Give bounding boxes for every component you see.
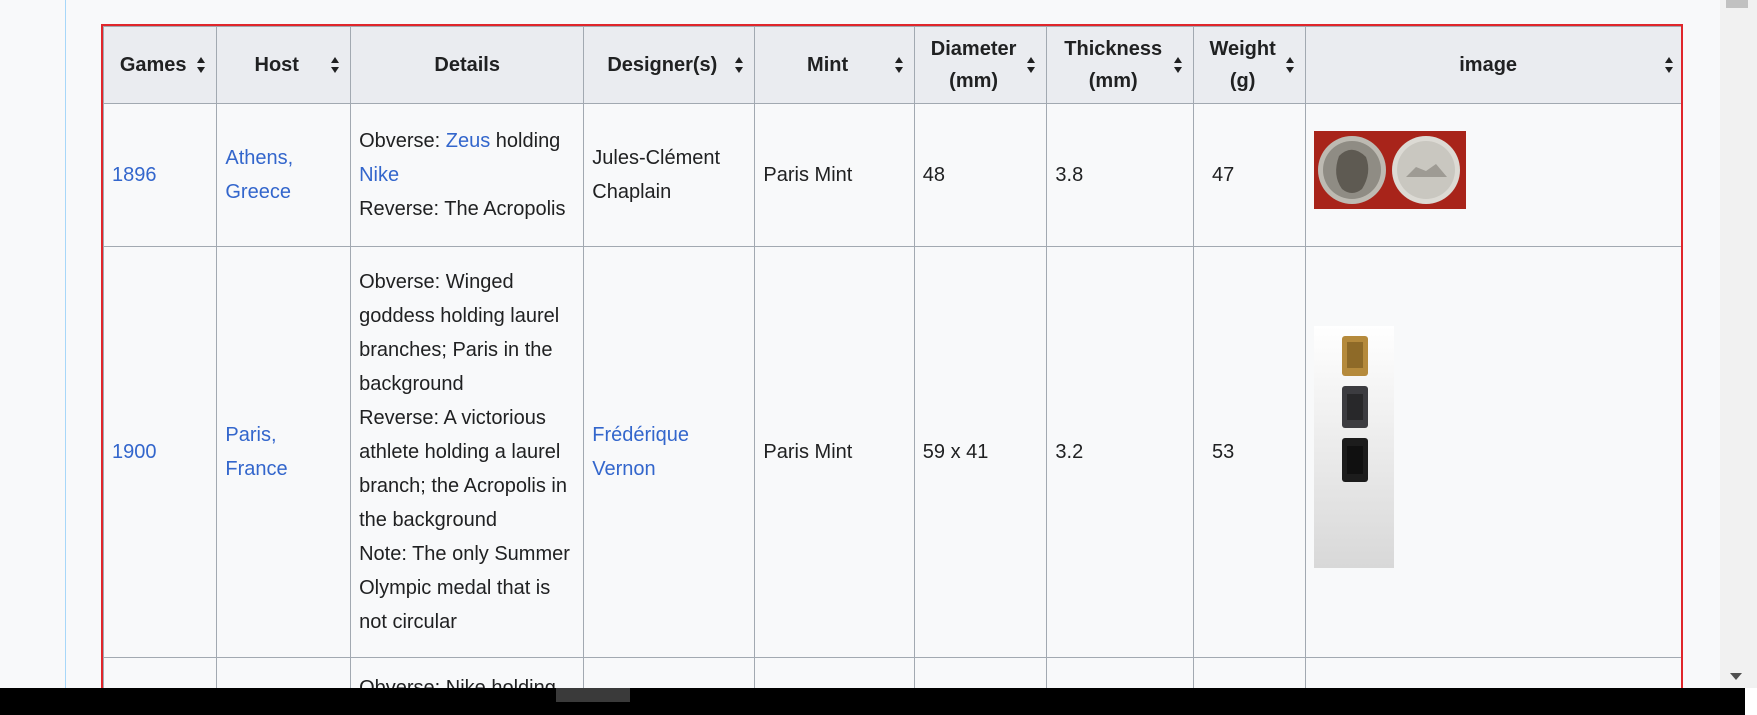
zeus-link[interactable]: Zeus — [446, 130, 490, 152]
header-label: Details — [434, 54, 500, 76]
header-label: Diameter (mm) — [930, 38, 1017, 92]
host-city: Paris, — [225, 424, 277, 446]
diameter-value: 59 x 41 — [922, 441, 989, 463]
cell-thickness: 3.8 — [1046, 103, 1194, 247]
column-header-thickness[interactable]: Thickness (mm) — [1046, 26, 1194, 104]
header-row: Games Host Details Designer(s) Mint Diam… — [103, 26, 1681, 104]
cell-games: 1900 — [103, 246, 218, 658]
column-header-diameter[interactable]: Diameter (mm) — [913, 26, 1048, 104]
obverse-text: Obverse: Winged goddess holding laurel b… — [359, 271, 560, 395]
header-label: image — [1459, 54, 1518, 76]
note-text: Note: The only Summer Olympic medal that… — [359, 543, 570, 633]
reverse-text: Reverse: The Acropolis — [359, 198, 566, 220]
sort-icon[interactable] — [1285, 56, 1295, 74]
cell-details: Obverse: Winged goddess holding laurel b… — [350, 246, 585, 658]
vertical-scrollbar[interactable] — [1720, 0, 1757, 688]
obverse-text: holding — [490, 130, 561, 152]
cell-thickness: 3.2 — [1046, 246, 1194, 658]
cell-designer: Frédérique Vernon — [583, 246, 756, 658]
host-link[interactable]: Paris, France — [225, 424, 287, 480]
table-row: 1896 Athens, Greece Obverse: Zeus holding… — [103, 103, 1681, 247]
column-header-details: Details — [350, 26, 585, 104]
table-row: 1900 Paris, France Obverse: Winged goddes… — [103, 246, 1681, 658]
header-label: Designer(s) — [607, 54, 718, 76]
thickness-value: 3.2 — [1055, 441, 1084, 463]
cell-mint: Paris Mint — [754, 246, 915, 658]
olympic-medals-table: Games Host Details Designer(s) Mint Diam… — [103, 26, 1681, 702]
cell-details: Obverse: Zeus holding Nike Reverse: The … — [350, 103, 585, 247]
cell-weight: 47 — [1192, 103, 1307, 247]
mint-name: Paris Mint — [763, 164, 853, 186]
obverse-label: Obverse: — [359, 130, 446, 152]
highlighted-table-region: Games Host Details Designer(s) Mint Diam… — [101, 24, 1683, 704]
column-header-host[interactable]: Host — [216, 26, 352, 104]
horizontal-scrollbar[interactable] — [0, 688, 1745, 715]
host-country: Greece — [225, 181, 291, 203]
cell-image — [1305, 246, 1681, 658]
column-header-weight[interactable]: Weight (g) — [1192, 26, 1307, 104]
header-label: Host — [254, 54, 299, 76]
host-country: France — [225, 458, 288, 480]
weight-value: 47 — [1211, 164, 1235, 186]
diameter-value: 48 — [922, 164, 946, 186]
thickness-value: 3.8 — [1055, 164, 1084, 186]
cell-diameter: 59 x 41 — [913, 246, 1048, 658]
cell-host: Athens, Greece — [216, 103, 352, 247]
column-header-mint[interactable]: Mint — [754, 26, 915, 104]
column-header-designers[interactable]: Designer(s) — [583, 26, 756, 104]
mint-name: Paris Mint — [763, 441, 853, 463]
games-link[interactable]: 1896 — [112, 164, 157, 186]
host-city: Athens, — [225, 147, 294, 169]
header-label: Weight (g) — [1209, 38, 1276, 92]
cell-diameter: 48 — [913, 103, 1048, 247]
column-header-games[interactable]: Games — [103, 26, 218, 104]
nike-link[interactable]: Nike — [359, 164, 399, 186]
designer-name: Jules-Clément Chaplain — [592, 147, 721, 203]
cell-designer: Jules-Clément Chaplain — [583, 103, 756, 247]
medal-image-1900[interactable] — [1314, 325, 1395, 568]
scrollbar-thumb[interactable] — [556, 688, 630, 702]
medal-image-1896[interactable] — [1314, 130, 1467, 209]
column-header-image[interactable]: image — [1305, 26, 1681, 104]
scroll-down-arrow-icon[interactable] — [1729, 668, 1743, 686]
header-label: Thickness (mm) — [1064, 38, 1163, 92]
cell-weight: 53 — [1192, 246, 1307, 658]
cell-image — [1305, 103, 1681, 247]
sort-icon[interactable] — [894, 56, 904, 74]
scrollbar-corner — [1745, 688, 1757, 715]
sort-icon[interactable] — [1026, 56, 1036, 74]
sort-icon[interactable] — [196, 56, 206, 74]
reverse-text: Reverse: A victorious athlete holding a … — [359, 407, 567, 531]
designer-last-name: Vernon — [592, 458, 656, 480]
weight-value: 53 — [1211, 441, 1235, 463]
games-link[interactable]: 1900 — [112, 441, 157, 463]
host-link[interactable]: Athens, Greece — [225, 147, 293, 203]
sort-icon[interactable] — [1664, 56, 1674, 74]
cell-games: 1896 — [103, 103, 218, 247]
sort-icon[interactable] — [1173, 56, 1183, 74]
cell-mint: Paris Mint — [754, 103, 915, 247]
designer-first-name: Frédérique — [592, 424, 689, 446]
header-label: Games — [119, 54, 187, 76]
sort-icon[interactable] — [330, 56, 340, 74]
header-label: Mint — [807, 54, 849, 76]
designer-link[interactable]: Frédérique Vernon — [592, 424, 689, 480]
cell-host: Paris, France — [216, 246, 352, 658]
scrollbar-thumb[interactable] — [1726, 0, 1748, 8]
sort-icon[interactable] — [734, 56, 744, 74]
